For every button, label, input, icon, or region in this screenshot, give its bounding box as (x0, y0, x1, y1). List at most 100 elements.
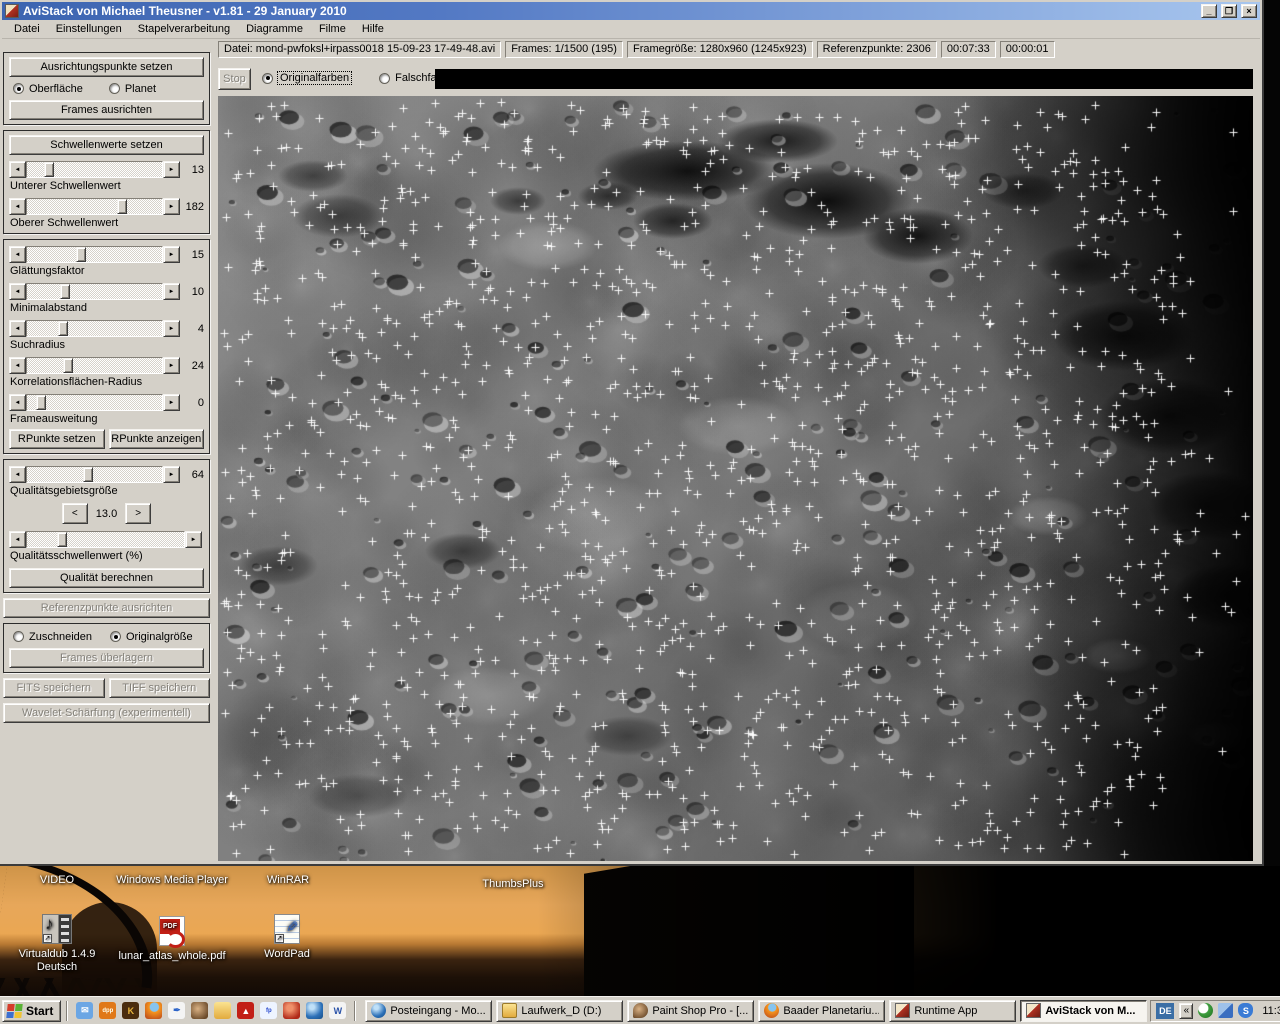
radio-planet[interactable]: Planet (109, 83, 156, 95)
spinner-prev-button[interactable]: < (62, 503, 88, 524)
desktop-icon-label[interactable]: Windows Media Player (97, 874, 247, 887)
slider-thumb[interactable] (44, 162, 54, 177)
rpoints-show-button[interactable]: RPunkte anzeigen (109, 429, 205, 449)
tray-shield-icon[interactable]: S (1238, 1003, 1253, 1018)
task-button[interactable]: Baader Planetariu... (758, 1000, 885, 1022)
slider-right-arrow[interactable]: ► (163, 394, 180, 411)
dpp-icon[interactable]: dpp (99, 1002, 116, 1019)
slider-track[interactable] (26, 466, 163, 483)
align-frames-button[interactable]: Frames ausrichten (9, 100, 204, 120)
paint-shop-pro-icon[interactable] (191, 1002, 208, 1019)
slider-track[interactable] (26, 320, 163, 337)
slider-left-arrow[interactable]: ◄ (9, 531, 26, 548)
radio-originalgroesse[interactable]: Originalgröße (110, 631, 193, 643)
slider-left-arrow[interactable]: ◄ (9, 161, 26, 178)
slider-track[interactable] (26, 198, 163, 215)
radio-originalfarben[interactable]: Originalfarben (262, 72, 351, 84)
menu-stapelverarbeitung[interactable]: Stapelverarbeitung (130, 21, 238, 38)
thunderbird-icon[interactable] (306, 1002, 323, 1019)
outlook-express-icon[interactable]: ✉ (76, 1002, 93, 1019)
word-icon[interactable]: W (329, 1002, 346, 1019)
acrobat-icon[interactable]: ▲ (237, 1002, 254, 1019)
menu-filme[interactable]: Filme (311, 21, 354, 38)
slider-track[interactable] (26, 394, 163, 411)
slider-track[interactable] (26, 357, 163, 374)
tray-network-icon[interactable] (1218, 1003, 1233, 1018)
stop-button[interactable]: Stop (218, 68, 251, 90)
tray-chevron-button[interactable]: « (1179, 1003, 1193, 1019)
desktop-icon-label[interactable]: ThumbsPlus (463, 878, 563, 891)
menu-datei[interactable]: Datei (6, 21, 48, 38)
set-thresholds-button[interactable]: Schwellenwerte setzen (9, 135, 204, 155)
close-button[interactable]: × (1241, 4, 1257, 18)
slider-right-arrow[interactable]: ► (163, 161, 180, 178)
task-button[interactable]: Paint Shop Pro - [... (627, 1000, 754, 1022)
set-alignment-points-button[interactable]: Ausrichtungspunkte setzen (9, 57, 204, 77)
slider-right-arrow[interactable]: ► (163, 466, 180, 483)
save-tiff-button[interactable]: TIFF speichern (109, 678, 211, 698)
pen-icon[interactable]: ✒ (168, 1002, 185, 1019)
slider-right-arrow[interactable]: ► (163, 283, 180, 300)
radio-dot (262, 73, 273, 84)
desktop-icon-label[interactable]: WinRAR (248, 874, 328, 887)
minimize-button[interactable]: _ (1201, 4, 1217, 18)
media-k-icon[interactable]: K (122, 1002, 139, 1019)
slider-left-arrow[interactable]: ◄ (9, 466, 26, 483)
slider-right-arrow[interactable]: ► (163, 357, 180, 374)
slider-track[interactable] (26, 283, 163, 300)
slider-track[interactable] (26, 161, 163, 178)
tray-ball-icon[interactable] (1198, 1003, 1213, 1018)
slider-right-arrow[interactable]: ► (163, 198, 180, 215)
mozilla-icon[interactable] (283, 1002, 300, 1019)
slider-thumb[interactable] (83, 467, 93, 482)
slider-right-arrow[interactable]: ► (163, 320, 180, 337)
wavelet-sharpen-button[interactable]: Wavelet-Schärfung (experimentell) (3, 703, 210, 723)
slider-thumb[interactable] (117, 199, 127, 214)
slider-thumb[interactable] (60, 284, 70, 299)
title-bar[interactable]: AviStack von Michael Theusner - v1.81 - … (2, 2, 1260, 20)
slider-track[interactable] (26, 531, 185, 548)
desktop[interactable]: VIDEOWindows Media PlayerWinRAR ThumbsPlu… (0, 866, 1280, 996)
align-refpoints-button[interactable]: Referenzpunkte ausrichten (3, 598, 210, 618)
desktop-icon-vdub[interactable]: ➚Virtualdub 1.4.9 Deutsch (7, 914, 107, 974)
save-fits-button[interactable]: FITS speichern (3, 678, 105, 698)
slider-left-arrow[interactable]: ◄ (9, 357, 26, 374)
start-button[interactable]: Start (2, 1000, 61, 1022)
menu-einstellungen[interactable]: Einstellungen (48, 21, 130, 38)
spinner-next-button[interactable]: > (125, 503, 151, 524)
slider-right-arrow[interactable]: ► (163, 246, 180, 263)
task-button[interactable]: Posteingang - Mo... (365, 1000, 492, 1022)
menu-diagramme[interactable]: Diagramme (238, 21, 311, 38)
radio-oberflaeche[interactable]: Oberfläche (13, 83, 83, 95)
desktop-icon-pdf[interactable]: lunar_atlas_whole.pdf (102, 916, 242, 963)
rpoints-set-button[interactable]: RPunkte setzen (9, 429, 105, 449)
slider-thumb[interactable] (76, 247, 86, 262)
slider-right-arrow[interactable]: ► (185, 531, 202, 548)
task-label: AviStack von M... (1045, 1005, 1141, 1017)
slider-left-arrow[interactable]: ◄ (9, 320, 26, 337)
folder-search-icon[interactable] (214, 1002, 231, 1019)
language-indicator[interactable]: DE (1156, 1003, 1174, 1019)
desktop-icon-wpad[interactable]: ➚WordPad (237, 914, 337, 961)
compute-quality-button[interactable]: Qualität berechnen (9, 568, 204, 588)
radio-zuschneiden[interactable]: Zuschneiden (13, 631, 92, 643)
task-button[interactable]: AviStack von M... (1020, 1000, 1147, 1022)
menu-hilfe[interactable]: Hilfe (354, 21, 392, 38)
slider-left-arrow[interactable]: ◄ (9, 246, 26, 263)
task-button[interactable]: Runtime App (889, 1000, 1016, 1022)
slider-left-arrow[interactable]: ◄ (9, 198, 26, 215)
slider-thumb[interactable] (57, 532, 67, 547)
slider-thumb[interactable] (36, 395, 46, 410)
restore-button[interactable]: ❐ (1221, 4, 1237, 18)
slider-thumb[interactable] (63, 358, 73, 373)
task-button[interactable]: Laufwerk_D (D:) (496, 1000, 623, 1022)
ftp-icon[interactable]: fp (260, 1002, 277, 1019)
slider-left-arrow[interactable]: ◄ (9, 394, 26, 411)
slider-track[interactable] (26, 246, 163, 263)
overlay-frames-button[interactable]: Frames überlagern (9, 648, 204, 668)
slider-left-arrow[interactable]: ◄ (9, 283, 26, 300)
desktop-icon-label[interactable]: VIDEO (17, 874, 97, 887)
moon-image-with-reference-points[interactable] (218, 96, 1253, 861)
firefox-icon[interactable] (145, 1002, 162, 1019)
slider-thumb[interactable] (58, 321, 68, 336)
